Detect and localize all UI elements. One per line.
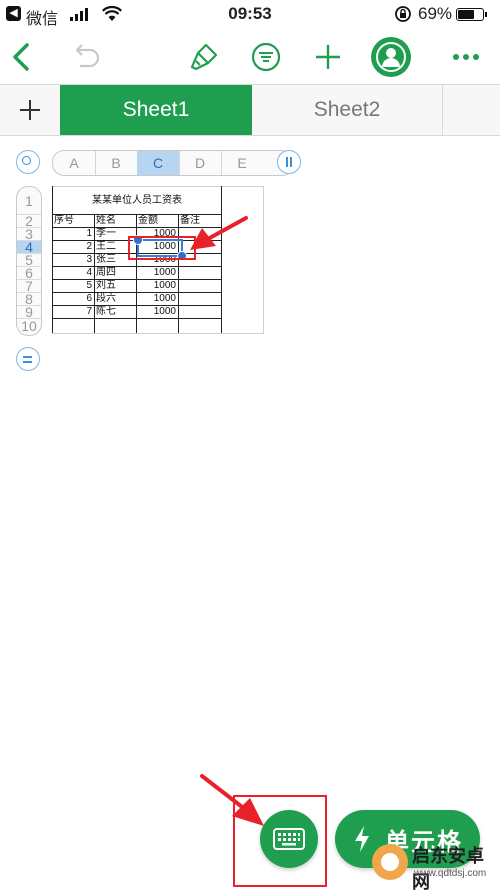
cell-name[interactable]: 李一 — [96, 227, 116, 240]
keyboard-icon — [273, 828, 305, 850]
header-cell-name[interactable]: 姓名 — [96, 214, 116, 227]
cell-no[interactable]: 4 — [52, 266, 92, 279]
user-avatar-icon — [371, 37, 411, 77]
cell-name[interactable]: 周四 — [96, 266, 116, 279]
cell-no[interactable]: 5 — [52, 279, 92, 292]
tab-sheet1[interactable]: Sheet1 — [60, 85, 252, 135]
column-header-d[interactable]: D — [179, 151, 222, 175]
cell-name[interactable]: 刘五 — [96, 279, 116, 292]
cell-amount[interactable]: 1000 — [136, 305, 176, 318]
cell-no[interactable]: 2 — [52, 240, 92, 253]
format-paint-button[interactable] — [184, 30, 224, 84]
watermark-url: www.qdtdsj.com — [414, 868, 487, 879]
undo-button[interactable] — [66, 30, 106, 84]
toolbar — [0, 30, 500, 84]
header-cell-amount[interactable]: 金额 — [138, 214, 158, 227]
lightning-icon — [355, 826, 369, 852]
cell-no[interactable]: 7 — [52, 305, 92, 318]
column-header-c[interactable]: C — [137, 151, 180, 175]
more-horizontal-icon — [453, 54, 479, 60]
cell-no[interactable]: 3 — [52, 253, 92, 266]
tab-sheet2[interactable]: Sheet2 — [252, 85, 443, 135]
cell-name[interactable]: 张三 — [96, 253, 116, 266]
status-bar: ◀ 微信 09:53 69% — [0, 0, 500, 30]
watermark: 启东安卓网 www.qdtdsj.com — [370, 840, 500, 892]
sheet-tabs: Sheet1 Sheet2 — [0, 84, 500, 136]
filter-icon — [251, 42, 281, 72]
column-header-e[interactable]: E — [221, 151, 263, 175]
cell-name[interactable]: 王二 — [96, 240, 116, 253]
cell-name[interactable]: 陈七 — [96, 305, 116, 318]
cell-no[interactable]: 6 — [52, 292, 92, 305]
row-header-1[interactable]: 1 — [17, 187, 41, 215]
annotation-arrow-icon — [200, 774, 264, 826]
plus-icon — [316, 45, 340, 69]
annotation-arrow-icon — [190, 216, 248, 250]
collaborate-button[interactable] — [368, 30, 414, 84]
more-button[interactable] — [446, 30, 486, 84]
freeze-panes-button[interactable] — [277, 150, 301, 174]
cell-name[interactable]: 段六 — [96, 292, 116, 305]
select-all-button[interactable] — [16, 150, 40, 174]
battery-icon — [456, 8, 487, 21]
filter-button[interactable] — [246, 30, 286, 84]
battery-percentage: 69% — [418, 4, 453, 23]
header-cell-no[interactable]: 序号 — [54, 214, 74, 227]
back-button[interactable] — [6, 30, 36, 84]
formula-button[interactable] — [16, 347, 40, 371]
watermark-logo-icon — [372, 844, 408, 880]
column-header-strip: A B C D E — [52, 150, 294, 176]
row-header-10[interactable]: 10 — [17, 319, 41, 335]
paintbrush-icon — [190, 43, 218, 71]
plus-icon — [20, 100, 40, 120]
add-sheet-button[interactable] — [0, 85, 60, 135]
spreadsheet-grid[interactable]: 某某单位人员工资表 序号 姓名 金额 备注 1 李一 1000 2 王二 100… — [52, 186, 264, 334]
sheet-title: 某某单位人员工资表 — [92, 195, 182, 206]
chevron-left-icon — [13, 43, 29, 71]
column-header-b[interactable]: B — [95, 151, 138, 175]
cell-amount[interactable]: 1000 — [136, 279, 176, 292]
row-header-strip: 1 2 3 4 5 6 7 8 9 10 — [16, 186, 42, 336]
cell-amount[interactable]: 1000 — [136, 266, 176, 279]
cell-no[interactable]: 1 — [52, 227, 92, 240]
keyboard-button[interactable] — [260, 810, 318, 868]
column-header-a[interactable]: A — [53, 151, 96, 175]
undo-icon — [75, 44, 100, 68]
cell-amount[interactable]: 1000 — [136, 292, 176, 305]
insert-button[interactable] — [308, 30, 348, 84]
rotation-lock-icon — [395, 6, 411, 22]
